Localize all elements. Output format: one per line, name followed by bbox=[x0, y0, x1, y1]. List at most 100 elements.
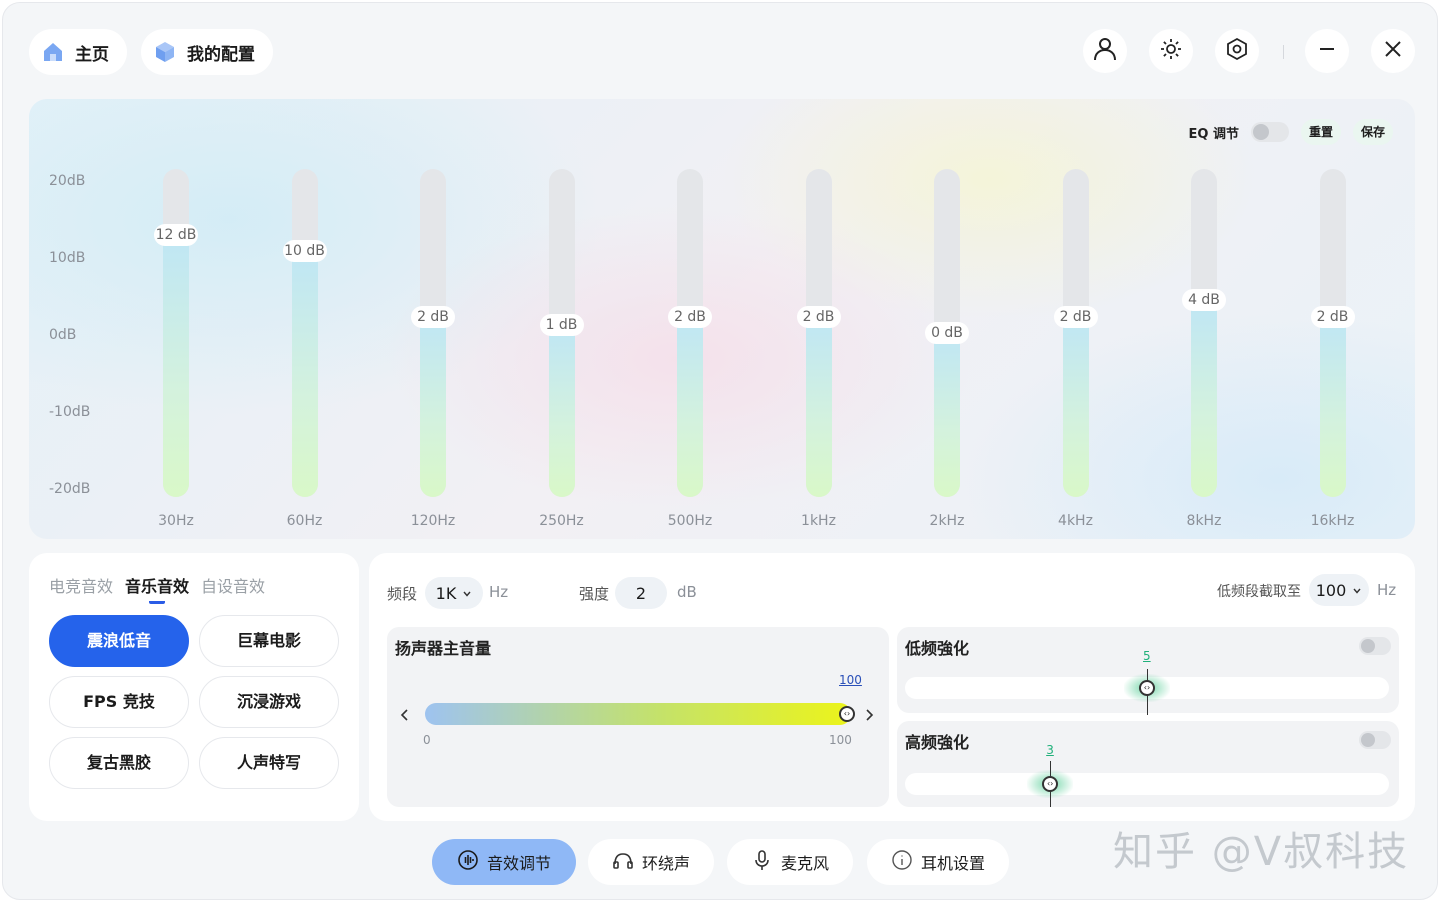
preset-button[interactable]: 复古黑胶 bbox=[49, 737, 189, 789]
speaker-volume-max: 100 bbox=[829, 733, 852, 747]
tab-esports[interactable]: 电竞音效 bbox=[49, 573, 113, 597]
eq-band-slider[interactable] bbox=[1062, 169, 1089, 497]
minimize-button[interactable] bbox=[1305, 29, 1349, 73]
slider-handle[interactable]: ‹› bbox=[839, 706, 855, 722]
eq-band-slider[interactable] bbox=[1191, 169, 1217, 497]
speaker-volume-value: 100 bbox=[839, 673, 862, 687]
preset-button[interactable]: 沉浸游戏 bbox=[199, 676, 339, 728]
info-icon bbox=[891, 849, 913, 875]
eq-band-frequency: 500Hz bbox=[667, 513, 713, 529]
preset-button[interactable]: FPS 竞技 bbox=[49, 676, 189, 728]
treble-boost-title: 高频強化 bbox=[905, 733, 970, 752]
eq-reset-button[interactable]: 重置 bbox=[1300, 119, 1341, 145]
eq-band-fill bbox=[1062, 316, 1089, 497]
nav-microphone[interactable]: 麦克风 bbox=[727, 839, 853, 885]
eq-band-fill bbox=[1319, 316, 1346, 497]
eq-band-value[interactable]: 0 dB bbox=[925, 322, 969, 344]
band-label: 频段 bbox=[387, 585, 418, 603]
eq-band-value[interactable]: 12 dB bbox=[154, 223, 198, 246]
eq-band-frequency: 4kHz bbox=[1058, 513, 1093, 529]
eq-band-value[interactable]: 2 dB bbox=[668, 305, 712, 328]
eq-band-fill bbox=[548, 324, 575, 497]
eq-band-frequency: 30Hz bbox=[158, 513, 194, 529]
eq-band-value[interactable]: 2 dB bbox=[1310, 305, 1355, 328]
close-button[interactable] bbox=[1371, 29, 1415, 73]
bass-boost-card: 低频強化 ‹› 5 bbox=[897, 627, 1399, 715]
eq-band-fill bbox=[291, 251, 318, 497]
eq-band-slider[interactable] bbox=[291, 169, 318, 497]
eq-band-slider[interactable] bbox=[1319, 169, 1346, 497]
eq-toggle-label: EQ 调节 bbox=[1188, 126, 1239, 142]
treble-boost-slider[interactable] bbox=[905, 773, 1389, 795]
preset-button[interactable]: 震浪低音 bbox=[49, 615, 189, 667]
treble-boost-toggle[interactable] bbox=[1359, 731, 1391, 749]
eq-band-value[interactable]: 1 dB bbox=[539, 313, 584, 336]
eq-band-fill bbox=[1191, 300, 1217, 497]
eq-band-frequency: 2kHz bbox=[929, 513, 965, 529]
minimize-icon bbox=[1317, 39, 1337, 63]
strength-input[interactable]: 2 bbox=[615, 577, 667, 609]
nav-microphone-label: 麦克风 bbox=[780, 854, 829, 873]
speaker-volume-title: 扬声器主音量 bbox=[395, 639, 492, 658]
chevron-down-icon bbox=[462, 584, 472, 603]
strength-label: 强度 bbox=[579, 585, 610, 603]
eq-band-value[interactable]: 4 dB bbox=[1182, 289, 1226, 312]
eq-band-value[interactable]: 10 dB bbox=[282, 240, 327, 262]
eq-band-frequency: 250Hz bbox=[539, 513, 584, 529]
speaker-volume-card: 扬声器主音量 100 ‹› 0 100 bbox=[387, 627, 889, 807]
presets-panel: 电竞音效 音乐音效 自设音效 震浪低音 巨幕电影 FPS 竞技 沉浸游戏 复古黑… bbox=[29, 553, 359, 821]
nav-headset-settings[interactable]: 耳机设置 bbox=[867, 839, 1009, 885]
band-select[interactable]: 1K bbox=[425, 577, 483, 609]
treble-boost-card: 高频強化 ‹› 3 bbox=[897, 721, 1399, 807]
eq-band-slider[interactable] bbox=[677, 169, 703, 497]
settings-button[interactable] bbox=[1215, 29, 1259, 73]
chevron-right-icon[interactable] bbox=[863, 707, 875, 726]
nav-sound-effects[interactable]: 音效调节 bbox=[432, 839, 576, 885]
preset-button[interactable]: 人声特写 bbox=[199, 737, 339, 789]
home-icon bbox=[41, 40, 65, 64]
preset-button[interactable]: 巨幕电影 bbox=[199, 615, 339, 667]
sound-wave-icon bbox=[457, 849, 479, 875]
user-icon bbox=[1092, 36, 1118, 66]
eq-band-slider[interactable] bbox=[163, 169, 189, 497]
speaker-volume-slider[interactable] bbox=[425, 703, 851, 725]
eq-toggle[interactable] bbox=[1250, 122, 1289, 142]
speaker-volume-min: 0 bbox=[423, 733, 431, 747]
bass-boost-title: 低频強化 bbox=[905, 639, 970, 658]
cutoff-select[interactable]: 100 bbox=[1309, 574, 1369, 606]
tab-music[interactable]: 音乐音效 bbox=[125, 573, 189, 604]
my-config-button[interactable]: 我的配置 bbox=[141, 29, 273, 75]
home-button[interactable]: 主页 bbox=[29, 29, 127, 75]
nav-surround[interactable]: 环绕声 bbox=[588, 839, 714, 885]
nav-surround-label: 环绕声 bbox=[641, 854, 690, 873]
brightness-button[interactable] bbox=[1149, 29, 1193, 73]
eq-band-frequency: 8kHz bbox=[1186, 513, 1222, 529]
microphone-icon bbox=[751, 849, 773, 875]
eq-band-slider[interactable] bbox=[805, 169, 832, 497]
eq-band-value[interactable]: 2 dB bbox=[411, 305, 455, 328]
eq-band-value[interactable]: 2 dB bbox=[796, 305, 841, 328]
close-icon bbox=[1384, 40, 1402, 62]
strength-unit: dB bbox=[677, 583, 697, 601]
band-unit: Hz bbox=[489, 583, 509, 601]
cutoff-value: 100 bbox=[1315, 580, 1347, 600]
y-axis-label: 10dB bbox=[49, 250, 86, 266]
eq-band-value[interactable]: 2 dB bbox=[1053, 305, 1098, 328]
chevron-down-icon bbox=[1352, 581, 1362, 600]
headphones-icon bbox=[612, 849, 634, 875]
my-config-label: 我的配置 bbox=[187, 44, 255, 65]
chevron-left-icon[interactable] bbox=[399, 707, 411, 726]
eq-band-frequency: 120Hz bbox=[410, 513, 456, 529]
eq-save-button[interactable]: 保存 bbox=[1352, 119, 1393, 145]
brightness-icon bbox=[1159, 37, 1183, 65]
home-label: 主页 bbox=[75, 44, 109, 65]
eq-band-fill bbox=[934, 333, 960, 497]
slider-handle[interactable]: ‹› bbox=[1139, 680, 1155, 696]
eq-band-slider[interactable] bbox=[420, 169, 446, 497]
hex-settings-icon bbox=[1225, 37, 1249, 65]
bass-boost-toggle[interactable] bbox=[1359, 637, 1391, 655]
user-button[interactable] bbox=[1083, 29, 1127, 73]
tab-custom[interactable]: 自设音效 bbox=[201, 573, 265, 597]
eq-band-frequency: 16kHz bbox=[1310, 513, 1355, 529]
preset-tabs: 电竞音效 音乐音效 自设音效 bbox=[49, 573, 265, 604]
